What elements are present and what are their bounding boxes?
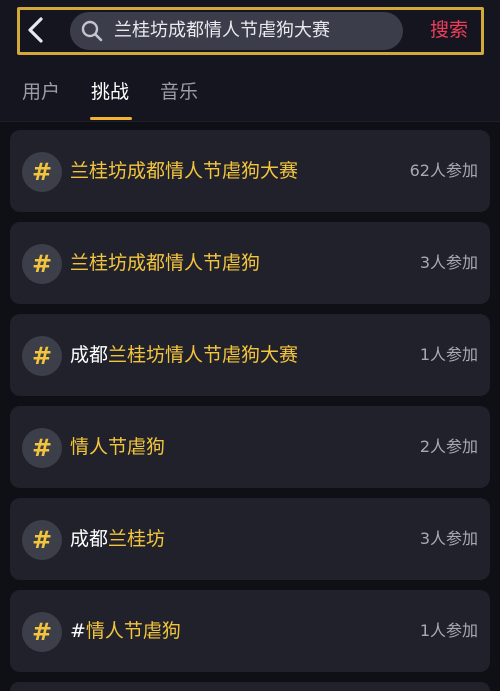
- title-highlight: 情人节虐狗: [70, 436, 166, 458]
- hashtag-icon: #: [22, 428, 62, 468]
- challenge-title: 兰桂坊成都情人节虐狗大赛: [70, 157, 298, 185]
- hashtag-icon: #: [22, 244, 62, 284]
- active-tab-indicator: [90, 117, 132, 120]
- challenge-result-row-partial[interactable]: [10, 682, 490, 691]
- title-highlight: 兰桂坊成都情人节虐狗: [70, 252, 261, 274]
- hashtag-icon: #: [22, 520, 62, 560]
- back-arrow-icon[interactable]: [22, 15, 50, 45]
- hashtag-icon: #: [22, 612, 62, 652]
- tab-music[interactable]: 音乐: [160, 79, 198, 105]
- participant-count: 62人参加: [409, 161, 478, 180]
- participant-count: 2人参加: [419, 437, 478, 456]
- challenge-result-row[interactable]: # #情人节虐狗 1人参加: [10, 590, 490, 672]
- hashtag-icon: #: [22, 152, 62, 192]
- top-bar: 兰桂坊成都情人节虐狗大赛 搜索: [0, 0, 500, 64]
- title-highlight: 兰桂坊: [108, 528, 166, 550]
- tab-challenges[interactable]: 挑战: [91, 79, 129, 105]
- title-plain: #: [70, 620, 86, 642]
- hashtag-icon: #: [22, 336, 62, 376]
- search-button[interactable]: 搜索: [430, 16, 468, 44]
- tab-bar: 用户 挑战 音乐: [0, 64, 500, 122]
- challenge-result-row[interactable]: # 兰桂坊成都情人节虐狗 3人参加: [10, 222, 490, 304]
- challenge-result-row[interactable]: # 兰桂坊成都情人节虐狗大赛 62人参加: [10, 130, 490, 212]
- challenge-title: 情人节虐狗: [70, 433, 165, 461]
- participant-count: 3人参加: [419, 529, 478, 548]
- challenge-result-row[interactable]: # 成都兰桂坊 3人参加: [10, 498, 490, 580]
- title-plain: 成都: [70, 528, 109, 550]
- title-highlight: 兰桂坊情人节虐狗大赛: [108, 344, 299, 366]
- participant-count: 1人参加: [419, 345, 478, 364]
- search-icon: [81, 20, 103, 42]
- title-plain: 成都: [70, 344, 109, 366]
- challenge-title: 成都兰桂坊: [70, 525, 165, 553]
- challenge-title: #情人节虐狗: [70, 617, 181, 645]
- participant-count: 3人参加: [419, 253, 478, 272]
- title-highlight: 兰桂坊成都情人节虐狗大赛: [70, 160, 299, 182]
- title-highlight: 情人节虐狗: [85, 620, 181, 642]
- challenge-title: 兰桂坊成都情人节虐狗: [70, 249, 260, 277]
- tab-users[interactable]: 用户: [22, 79, 60, 105]
- challenge-result-row[interactable]: # 成都兰桂坊情人节虐狗大赛 1人参加: [10, 314, 490, 396]
- challenge-title: 成都兰桂坊情人节虐狗大赛: [70, 341, 298, 369]
- challenge-result-row[interactable]: # 情人节虐狗 2人参加: [10, 406, 490, 488]
- search-query-text[interactable]: 兰桂坊成都情人节虐狗大赛: [114, 18, 330, 44]
- participant-count: 1人参加: [419, 621, 478, 640]
